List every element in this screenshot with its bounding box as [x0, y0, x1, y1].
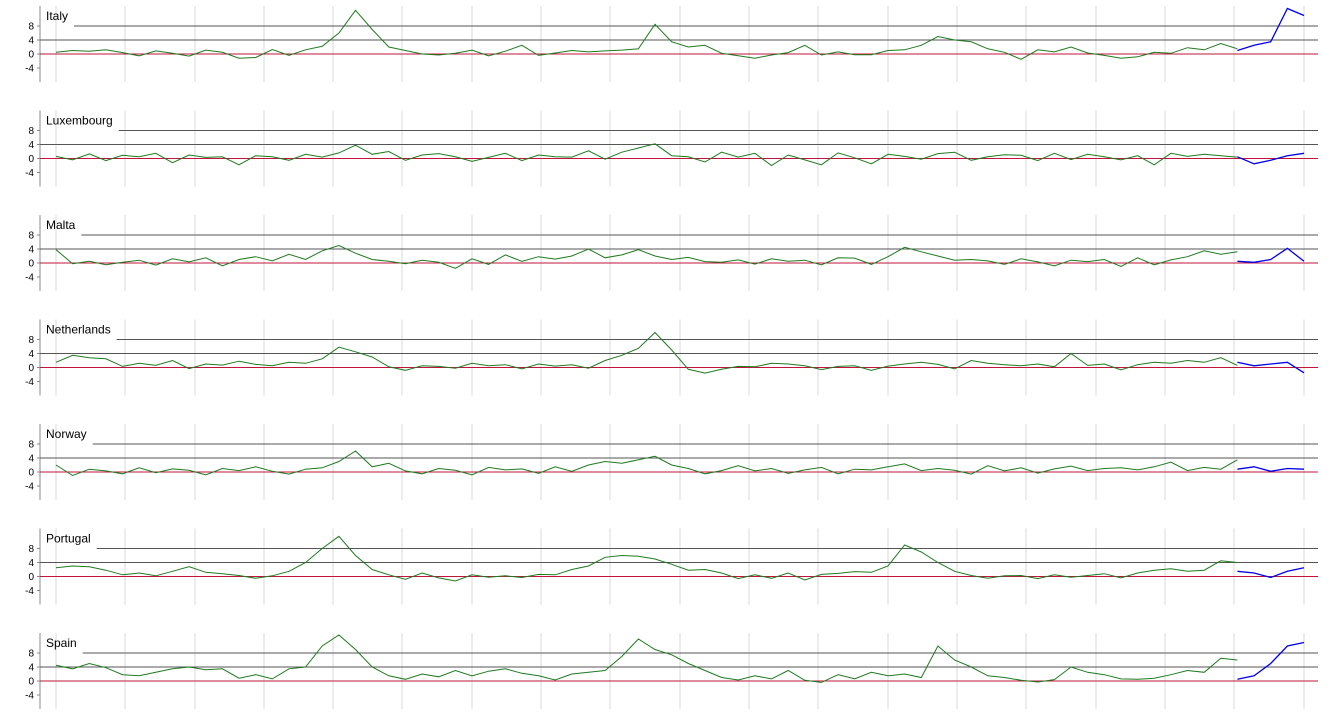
y-tick-label: 8: [28, 544, 34, 555]
y-tick-label: 4: [28, 454, 34, 465]
y-tick-label: 4: [28, 558, 34, 569]
panel-malta: 8 4 0 -4 Malta: [25, 215, 1318, 291]
y-tick-label: 4: [28, 36, 34, 47]
panel-title: Netherlands: [46, 323, 111, 337]
y-tick-label: 4: [28, 349, 34, 360]
forecast-series-line: [1237, 247, 1305, 263]
y-tick-label: 8: [28, 231, 34, 242]
y-tick-label: -4: [25, 168, 34, 179]
panel-spain: 8 4 0 -4 Spain: [25, 633, 1318, 709]
y-tick-label: 0: [28, 50, 34, 61]
history-series-line: [55, 535, 1238, 582]
history-series-line: [55, 143, 1238, 167]
y-tick-label: -4: [25, 482, 34, 493]
y-tick-label: -4: [25, 273, 34, 284]
panel-title: Portugal: [46, 532, 91, 546]
y-tick-label: 0: [28, 363, 34, 374]
y-tick-label: 4: [28, 245, 34, 256]
panel-title: Norway: [46, 427, 87, 441]
y-tick-label: 8: [28, 22, 34, 33]
y-tick-label: 0: [28, 677, 34, 688]
y-tick-label: 0: [28, 154, 34, 165]
y-tick-label: 0: [28, 259, 34, 270]
y-tick-label: 4: [28, 663, 34, 674]
history-series-line: [55, 634, 1238, 683]
y-tick-label: 4: [28, 140, 34, 151]
panel-title: Malta: [46, 218, 76, 232]
panel-netherlands: 8 4 0 -4 Netherlands: [25, 319, 1318, 396]
y-tick-label: 8: [28, 649, 34, 660]
y-tick-label: 0: [28, 468, 34, 479]
y-tick-label: -4: [25, 691, 34, 702]
forecast-series-line: [1237, 7, 1305, 52]
y-tick-label: 0: [28, 572, 34, 583]
history-series-line: [55, 9, 1238, 60]
y-tick-label: -4: [25, 64, 34, 75]
y-tick-label: 8: [28, 440, 34, 451]
y-tick-label: -4: [25, 377, 34, 388]
y-tick-label: -4: [25, 586, 34, 597]
panel-norway: 8 4 0 -4 Norway: [25, 424, 1318, 500]
y-tick-label: 8: [28, 126, 34, 137]
panel-title: Italy: [46, 9, 68, 23]
panel-chart: 8 4 0 -4 Italy 8 4 0 -4 Luxembourg 8 4 0 -4 Malta 8 4 0 -4…: [25, 6, 1318, 709]
panel-italy: 8 4 0 -4 Italy: [25, 6, 1318, 82]
y-tick-label: 8: [28, 335, 34, 346]
forecast-series-line: [1237, 466, 1305, 472]
panel-luxembourg: 8 4 0 -4 Luxembourg: [25, 110, 1318, 187]
panel-portugal: 8 4 0 -4 Portugal: [25, 528, 1318, 605]
panel-title: Spain: [46, 636, 77, 650]
panel-title: Luxembourg: [46, 114, 113, 128]
forecast-series-line: [1237, 641, 1305, 680]
